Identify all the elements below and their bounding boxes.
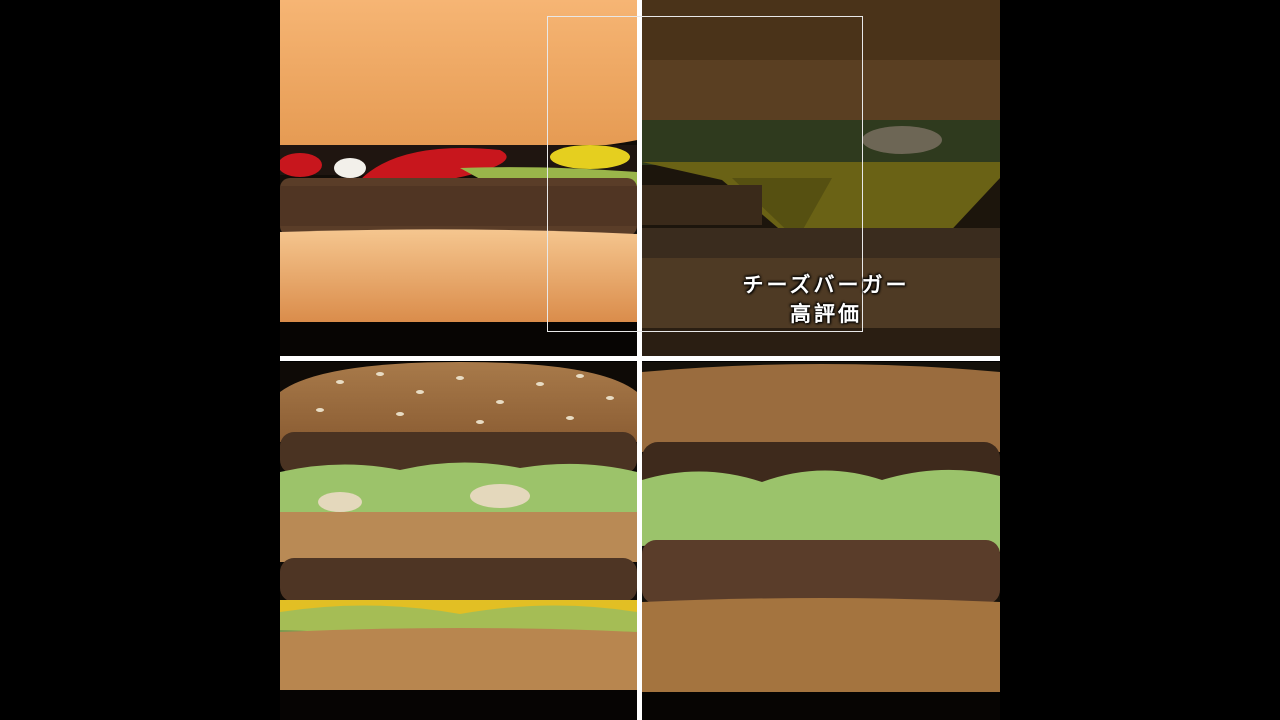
caption: チーズバーガー 高評価 [700, 271, 952, 329]
big-mac-illustration [280, 362, 637, 720]
caption-line-2: 高評価 [790, 302, 862, 326]
burger-collage: チーズバーガー 高評価 [280, 0, 1000, 720]
horizontal-divider [280, 356, 1000, 361]
double-patty-burger-illustration [642, 364, 1000, 720]
big-mac-photo [280, 362, 637, 720]
double-patty-burger-photo [642, 362, 1000, 720]
caption-line-1: チーズバーガー [742, 273, 910, 297]
